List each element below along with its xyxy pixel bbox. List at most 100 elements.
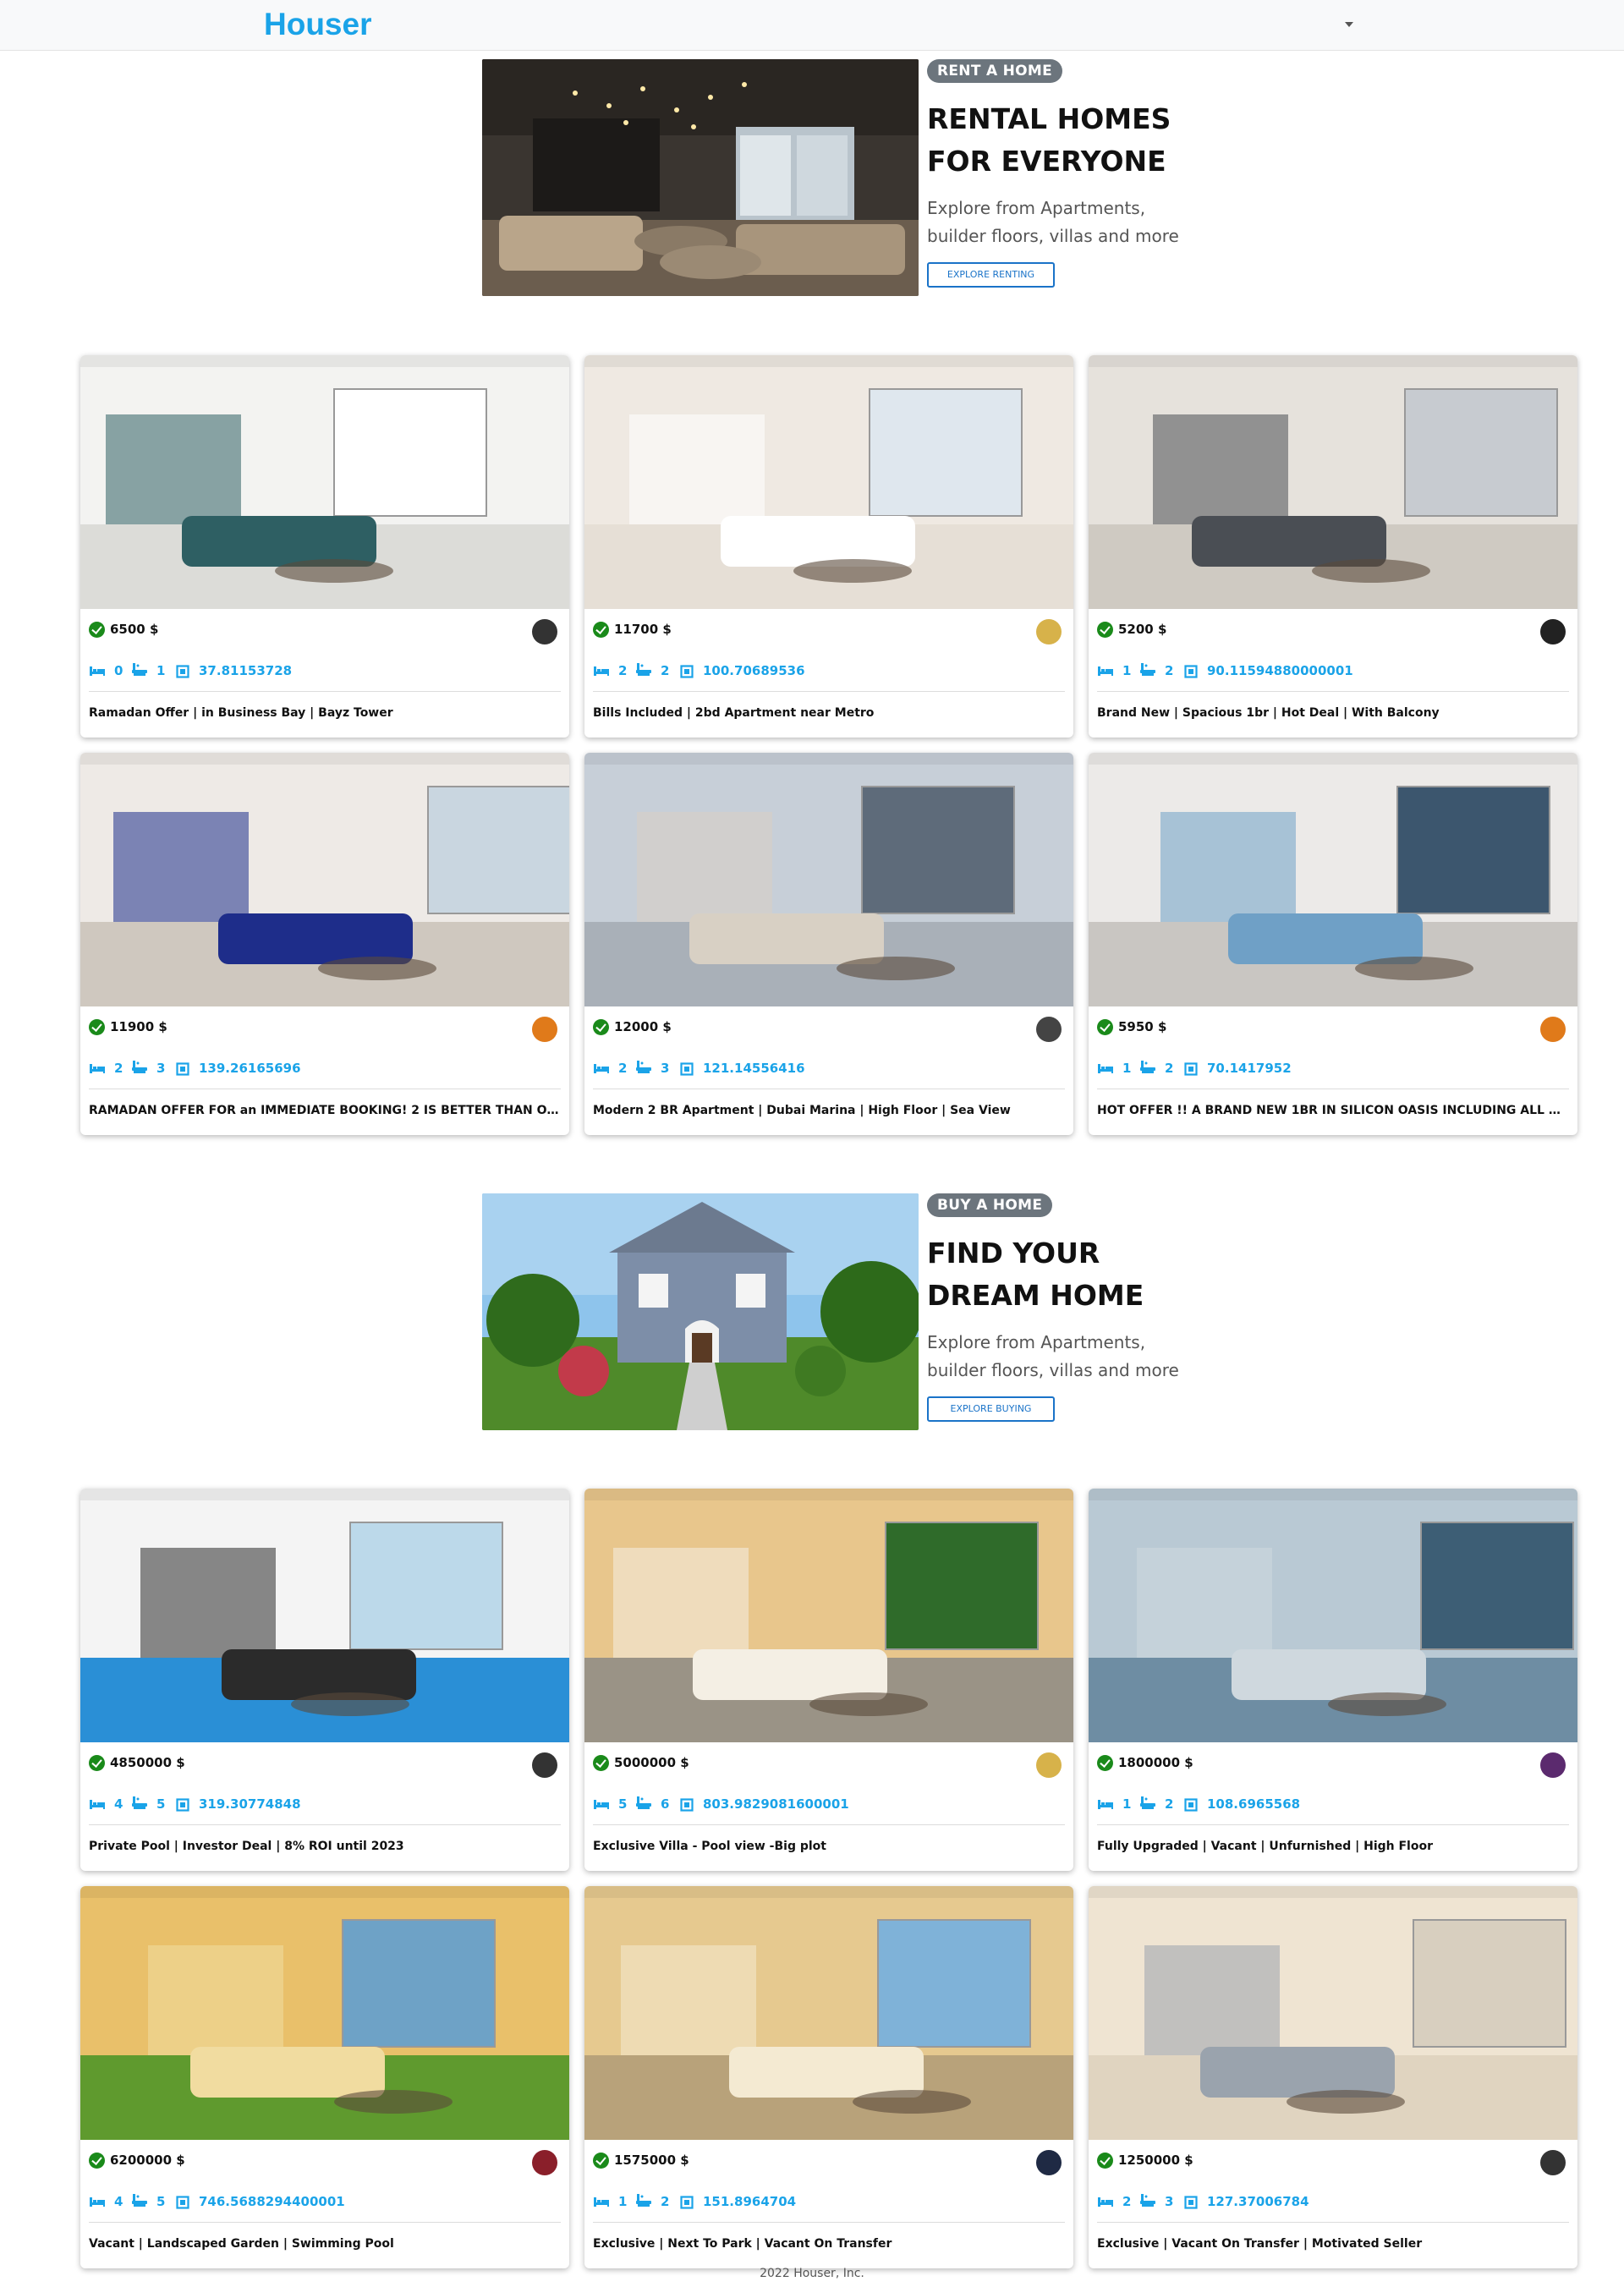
buy-banner-text: Explore from Apartments, builder floors,… bbox=[927, 1329, 1181, 1385]
listing-photo[interactable] bbox=[1089, 753, 1577, 1006]
agency-logo bbox=[1036, 619, 1062, 644]
listing-photo[interactable] bbox=[1089, 355, 1577, 609]
baths-count: 3 bbox=[156, 1061, 166, 1076]
bed-icon bbox=[593, 1061, 610, 1078]
bath-icon bbox=[1139, 1060, 1156, 1078]
beds-count: 2 bbox=[618, 663, 628, 678]
explore-buying-button[interactable]: EXPLORE BUYING bbox=[927, 1396, 1055, 1422]
buy-title-line1: FIND YOUR bbox=[927, 1237, 1100, 1270]
listing-photo[interactable] bbox=[80, 753, 569, 1006]
rent-title-line2: FOR EVERYONE bbox=[927, 145, 1166, 178]
brand-logo[interactable]: Houser bbox=[264, 7, 371, 42]
listing-title[interactable]: Bills Included | 2bd Apartment near Metr… bbox=[593, 706, 1065, 720]
listing-photo[interactable] bbox=[584, 1489, 1073, 1742]
bath-icon bbox=[635, 1060, 652, 1078]
listing-price: 1575000 $ bbox=[614, 2153, 689, 2168]
listing-price: 12000 $ bbox=[614, 1019, 672, 1034]
agency-logo bbox=[1540, 619, 1566, 644]
rent-banner-content: RENT A HOME RENTAL HOMES FOR EVERYONE Ex… bbox=[927, 59, 1181, 288]
listing-photo[interactable] bbox=[584, 1886, 1073, 2140]
listing-title[interactable]: Fully Upgraded | Vacant | Unfurnished | … bbox=[1097, 1840, 1569, 1853]
listing-photo[interactable] bbox=[1089, 1489, 1577, 1742]
listing-stats: 1 2 151.8964704 bbox=[593, 2192, 1065, 2213]
listing-title[interactable]: RAMADAN OFFER FOR an IMMEDIATE BOOKING! … bbox=[89, 1104, 561, 1117]
baths-count: 5 bbox=[156, 2194, 166, 2209]
listing-card[interactable]: 1250000 $ 2 3 127.37006784 Exclusive | V… bbox=[1089, 1886, 1577, 2268]
beds-count: 0 bbox=[114, 663, 123, 678]
bath-icon bbox=[1139, 2193, 1156, 2212]
listing-card[interactable]: 5200 $ 1 2 90.11594880000001 Brand New |… bbox=[1089, 355, 1577, 738]
card-divider bbox=[593, 691, 1065, 692]
agency-logo bbox=[1540, 1017, 1566, 1042]
listing-title[interactable]: Exclusive | Next To Park | Vacant On Tra… bbox=[593, 2237, 1065, 2251]
bath-icon bbox=[131, 1060, 148, 1078]
listing-card[interactable]: 1575000 $ 1 2 151.8964704 Exclusive | Ne… bbox=[584, 1886, 1073, 2268]
check-icon bbox=[1097, 1755, 1113, 1771]
listing-title[interactable]: Ramadan Offer | in Business Bay | Bayz T… bbox=[89, 706, 561, 720]
baths-count: 2 bbox=[661, 663, 670, 678]
listing-card[interactable]: 6200000 $ 4 5 746.5688294400001 Vacant |… bbox=[80, 1886, 569, 2268]
caret-down-icon[interactable] bbox=[1345, 22, 1353, 27]
price-row: 5000000 $ bbox=[593, 1752, 1065, 1778]
listing-price: 11700 $ bbox=[614, 622, 672, 637]
listing-title[interactable]: Vacant | Landscaped Garden | Swimming Po… bbox=[89, 2237, 561, 2251]
agency-logo bbox=[1540, 2150, 1566, 2175]
baths-count: 3 bbox=[1165, 2194, 1174, 2209]
baths-count: 2 bbox=[1165, 1061, 1174, 1076]
price-row: 1575000 $ bbox=[593, 2150, 1065, 2175]
buy-badge: BUY A HOME bbox=[927, 1193, 1053, 1217]
area-value: 37.81153728 bbox=[199, 663, 293, 678]
baths-count: 3 bbox=[661, 1061, 670, 1076]
rent-banner-image bbox=[482, 59, 919, 296]
listing-card[interactable]: 4850000 $ 4 5 319.30774848 Private Pool … bbox=[80, 1489, 569, 1871]
listing-title[interactable]: Modern 2 BR Apartment | Dubai Marina | H… bbox=[593, 1104, 1065, 1117]
card-divider bbox=[89, 1824, 561, 1825]
check-icon bbox=[1097, 622, 1113, 638]
baths-count: 1 bbox=[156, 663, 166, 678]
area-icon bbox=[680, 1798, 694, 1815]
bath-icon bbox=[131, 662, 148, 681]
check-icon bbox=[593, 622, 609, 638]
listing-photo[interactable] bbox=[80, 1886, 569, 2140]
listing-card[interactable]: 5000000 $ 5 6 803.9829081600001 Exclusiv… bbox=[584, 1489, 1073, 1871]
rent-banner-text: Explore from Apartments, builder floors,… bbox=[927, 195, 1181, 250]
area-value: 803.9829081600001 bbox=[703, 1796, 849, 1812]
listing-card[interactable]: 12000 $ 2 3 121.14556416 Modern 2 BR Apa… bbox=[584, 753, 1073, 1135]
navbar: Houser bbox=[0, 0, 1624, 51]
bath-icon bbox=[131, 2193, 148, 2212]
agency-logo bbox=[532, 1752, 557, 1778]
listing-photo[interactable] bbox=[80, 355, 569, 609]
price-row: 1800000 $ bbox=[1097, 1752, 1569, 1778]
listing-price: 5200 $ bbox=[1118, 622, 1167, 637]
listing-card[interactable]: 5950 $ 1 2 70.1417952 HOT OFFER !! A BRA… bbox=[1089, 753, 1577, 1135]
listing-card[interactable]: 6500 $ 0 1 37.81153728 Ramadan Offer | i… bbox=[80, 355, 569, 738]
listing-stats: 4 5 746.5688294400001 bbox=[89, 2192, 561, 2213]
area-value: 319.30774848 bbox=[199, 1796, 301, 1812]
listing-title[interactable]: Private Pool | Investor Deal | 8% ROI un… bbox=[89, 1840, 561, 1853]
beds-count: 1 bbox=[1122, 1796, 1132, 1812]
explore-renting-button[interactable]: EXPLORE RENTING bbox=[927, 262, 1055, 288]
bath-icon bbox=[1139, 1796, 1156, 1814]
listing-photo[interactable] bbox=[584, 753, 1073, 1006]
listing-photo[interactable] bbox=[584, 355, 1073, 609]
listing-card[interactable]: 1800000 $ 1 2 108.6965568 Fully Upgraded… bbox=[1089, 1489, 1577, 1871]
area-value: 121.14556416 bbox=[703, 1061, 805, 1076]
bath-icon bbox=[131, 1796, 148, 1814]
buy-text-line2: builder floors, villas and more bbox=[927, 1360, 1179, 1380]
listing-stats: 2 3 139.26165696 bbox=[89, 1059, 561, 1079]
area-icon bbox=[680, 1062, 694, 1079]
beds-count: 1 bbox=[618, 2194, 628, 2209]
price-row: 6200000 $ bbox=[89, 2150, 561, 2175]
listing-title[interactable]: Exclusive | Vacant On Transfer | Motivat… bbox=[1097, 2237, 1569, 2251]
listing-photo[interactable] bbox=[1089, 1886, 1577, 2140]
agency-logo bbox=[532, 1017, 557, 1042]
listing-card[interactable]: 11700 $ 2 2 100.70689536 Bills Included … bbox=[584, 355, 1073, 738]
listing-price: 1250000 $ bbox=[1118, 2153, 1193, 2168]
listing-title[interactable]: Exclusive Villa - Pool view -Big plot bbox=[593, 1840, 1065, 1853]
listing-title[interactable]: Brand New | Spacious 1br | Hot Deal | Wi… bbox=[1097, 706, 1569, 720]
beds-count: 5 bbox=[618, 1796, 628, 1812]
buy-banner: BUY A HOME FIND YOUR DREAM HOME Explore … bbox=[482, 1193, 1179, 1430]
listing-title[interactable]: HOT OFFER !! A BRAND NEW 1BR IN SILICON … bbox=[1097, 1104, 1569, 1117]
listing-card[interactable]: 11900 $ 2 3 139.26165696 RAMADAN OFFER F… bbox=[80, 753, 569, 1135]
listing-photo[interactable] bbox=[80, 1489, 569, 1742]
